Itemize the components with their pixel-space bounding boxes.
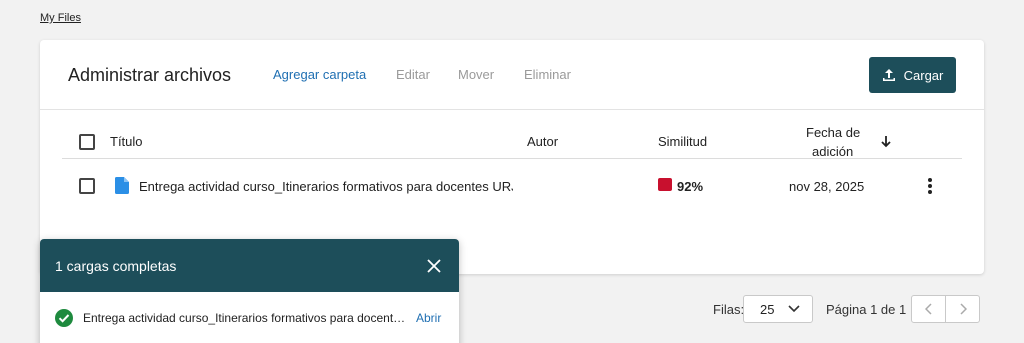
chevron-right-icon <box>959 303 967 315</box>
check-circle-icon <box>55 309 73 327</box>
delete-button[interactable]: Eliminar <box>524 67 571 82</box>
select-all-checkbox[interactable] <box>79 134 95 150</box>
rows-per-page-select[interactable]: 25 <box>743 295 813 323</box>
row-title[interactable]: Entrega actividad curso_Itinerarios form… <box>139 179 513 194</box>
move-button[interactable]: Mover <box>458 67 494 82</box>
close-icon[interactable] <box>427 259 441 273</box>
card-header: Administrar archivos Agregar carpeta Edi… <box>40 40 984 110</box>
column-title[interactable]: Título <box>110 134 143 149</box>
page-indicator: Página 1 de 1 <box>826 302 907 317</box>
breadcrumb-my-files[interactable]: My Files <box>40 12 81 24</box>
rows-per-page-value: 25 <box>760 301 775 317</box>
row-checkbox[interactable] <box>79 178 95 194</box>
file-icon <box>115 177 129 194</box>
upload-label: Cargar <box>903 67 944 83</box>
edit-button[interactable]: Editar <box>396 67 430 82</box>
add-folder-button[interactable]: Agregar carpeta <box>273 67 366 82</box>
more-vertical-icon[interactable] <box>925 177 935 195</box>
row-date: nov 28, 2025 <box>789 179 865 194</box>
next-page-button[interactable] <box>945 295 980 323</box>
column-similarity[interactable]: Similitud <box>658 134 707 149</box>
row-similarity[interactable]: 92% <box>677 179 703 194</box>
toast-title: 1 cargas completas <box>55 258 177 274</box>
toast-header: 1 cargas completas <box>40 239 459 292</box>
upload-icon <box>882 69 895 81</box>
upload-button[interactable]: Cargar <box>869 57 956 93</box>
column-author[interactable]: Autor <box>527 134 558 149</box>
open-file-link[interactable]: Abrir <box>416 311 441 325</box>
chevron-left-icon <box>924 303 932 315</box>
page-title: Administrar archivos <box>68 65 232 85</box>
upload-complete-toast: 1 cargas completas Entrega actividad cur… <box>40 239 459 343</box>
column-date-line2[interactable]: adición <box>812 144 853 159</box>
arrow-down-icon[interactable] <box>881 136 891 148</box>
column-date-line1[interactable]: Fecha de <box>806 125 860 140</box>
rows-label: Filas: <box>713 302 745 317</box>
prev-page-button[interactable] <box>911 295 946 323</box>
toast-file-name: Entrega actividad curso_Itinerarios form… <box>83 311 410 325</box>
chevron-down-icon <box>788 305 800 313</box>
similarity-badge[interactable] <box>658 178 672 191</box>
header-divider <box>62 158 962 159</box>
